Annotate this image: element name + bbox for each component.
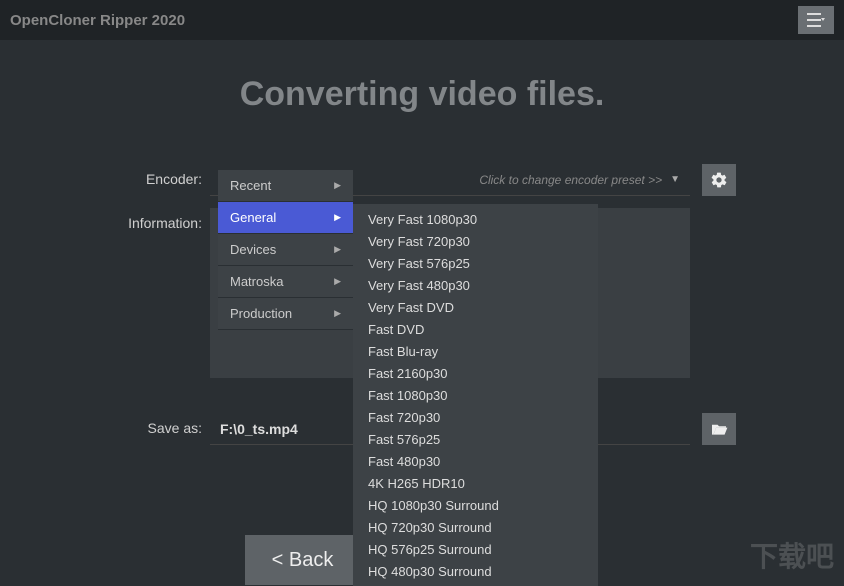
encoder-preset-menu: Recent▶General▶Devices▶Matroska▶Producti…	[218, 170, 353, 330]
chevron-right-icon: ▶	[334, 212, 341, 223]
chevron-right-icon: ▶	[334, 308, 341, 319]
preset-item[interactable]: Fast 576p25	[353, 428, 598, 450]
save-path-value: F:\0_ts.mp4	[220, 421, 298, 437]
preset-item[interactable]: Fast Blu-ray	[353, 340, 598, 362]
save-as-label: Save as:	[100, 413, 210, 436]
chevron-down-icon: ▼	[670, 174, 680, 185]
folder-open-icon	[710, 422, 728, 436]
watermark: 下载吧	[750, 535, 834, 575]
encoder-preset-submenu: Very Fast 1080p30Very Fast 720p30Very Fa…	[353, 204, 598, 586]
app-title: OpenCloner Ripper 2020	[10, 12, 185, 29]
back-button[interactable]: < Back	[245, 535, 360, 585]
preset-item[interactable]: Very Fast 576p25	[353, 252, 598, 274]
menu-category-item[interactable]: Recent ▶	[218, 170, 353, 202]
preset-item[interactable]: Fast 720p30	[353, 406, 598, 428]
page-title: Converting video files.	[0, 75, 844, 114]
preset-item[interactable]: Fast DVD	[353, 318, 598, 340]
preset-item[interactable]: Very Fast 1080p30	[353, 208, 598, 230]
encoder-hint: Click to change encoder preset >>	[479, 173, 662, 187]
menu-category-label: Production	[230, 306, 292, 321]
information-label: Information:	[100, 208, 210, 231]
preset-item[interactable]: Fast 480p30	[353, 450, 598, 472]
preset-item[interactable]: 4K H265 HDR10	[353, 472, 598, 494]
browse-button[interactable]	[702, 413, 736, 445]
encoder-row: Encoder: Very Fast 480p30 Click to chang…	[100, 164, 844, 196]
preset-item[interactable]: HQ 720p30 Surround	[353, 516, 598, 538]
preset-item[interactable]: Fast 1080p30	[353, 384, 598, 406]
hamburger-menu-button[interactable]	[798, 6, 834, 34]
hamburger-icon	[807, 13, 825, 27]
titlebar: OpenCloner Ripper 2020	[0, 0, 844, 40]
preset-item[interactable]: Very Fast 480p30	[353, 274, 598, 296]
chevron-right-icon: ▶	[334, 244, 341, 255]
preset-item[interactable]: HQ 480p30 Surround	[353, 560, 598, 582]
menu-category-label: Devices	[230, 242, 276, 257]
chevron-right-icon: ▶	[334, 180, 341, 191]
menu-category-item[interactable]: Devices ▶	[218, 234, 353, 266]
preset-item[interactable]: Very Fast DVD	[353, 296, 598, 318]
menu-category-label: General	[230, 210, 276, 225]
menu-category-label: Matroska	[230, 274, 283, 289]
settings-button[interactable]	[702, 164, 736, 196]
menu-category-label: Recent	[230, 178, 271, 193]
preset-item[interactable]: HQ 1080p30 Surround	[353, 494, 598, 516]
menu-category-item[interactable]: General ▶	[218, 202, 353, 234]
gear-icon	[710, 171, 728, 189]
menu-category-item[interactable]: Matroska ▶	[218, 266, 353, 298]
chevron-right-icon: ▶	[334, 276, 341, 287]
menu-category-item[interactable]: Production ▶	[218, 298, 353, 330]
encoder-label: Encoder:	[100, 164, 210, 187]
preset-item[interactable]: Fast 2160p30	[353, 362, 598, 384]
preset-item[interactable]: Very Fast 720p30	[353, 230, 598, 252]
preset-item[interactable]: HQ 576p25 Surround	[353, 538, 598, 560]
